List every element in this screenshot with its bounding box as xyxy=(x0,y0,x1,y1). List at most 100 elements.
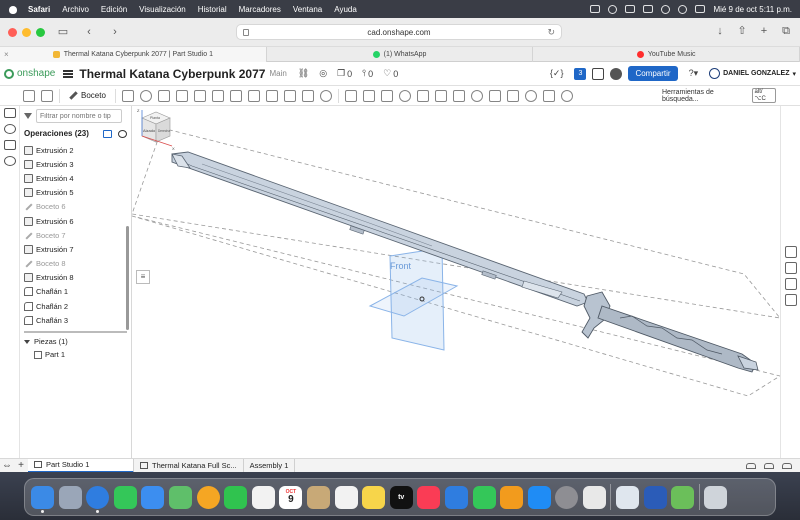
fillet-icon[interactable] xyxy=(211,89,224,102)
thicken-icon[interactable] xyxy=(193,89,206,102)
add-tab-icon[interactable]: + xyxy=(14,459,28,473)
view-cube[interactable]: Planta Alzado Derecha Z X xyxy=(132,106,178,152)
feature-item[interactable]: Chaflán 1 xyxy=(20,285,131,299)
feature-item[interactable]: Extrusión 5 xyxy=(20,186,131,200)
close-window-button[interactable] xyxy=(8,27,17,37)
mail-icon[interactable] xyxy=(141,485,165,509)
share-icon[interactable]: ⇧ xyxy=(736,24,748,38)
notes-icon[interactable] xyxy=(362,485,386,509)
feature-item[interactable]: Extrusión 6 xyxy=(20,214,131,228)
menu-visualizacion[interactable]: Visualización xyxy=(139,5,186,14)
pages-icon[interactable] xyxy=(500,485,524,509)
menubar-clock[interactable]: Mié 9 de oct 5:11 p.m. xyxy=(713,5,792,14)
safari-icon[interactable] xyxy=(86,485,110,513)
top-plane[interactable] xyxy=(368,277,459,317)
trash-icon[interactable] xyxy=(704,485,728,509)
mate-connector-icon[interactable] xyxy=(488,89,501,102)
battery-icon[interactable] xyxy=(643,5,654,13)
part-list-item[interactable]: Part 1 xyxy=(20,350,131,359)
menu-marcadores[interactable]: Marcadores xyxy=(239,5,281,14)
tv-icon[interactable]: tv xyxy=(389,485,413,509)
numbers-icon[interactable] xyxy=(472,485,496,509)
transform-icon[interactable] xyxy=(416,89,429,102)
word-icon[interactable] xyxy=(643,485,667,509)
browser-tab-onshape[interactable]: × Thermal Katana Cyberpunk 2077 | Part S… xyxy=(0,47,267,62)
model-canvas[interactable]: Front xyxy=(132,106,780,458)
wifi-icon[interactable] xyxy=(661,4,671,14)
feature-item[interactable]: Extrusión 3 xyxy=(20,157,131,171)
preview-icon[interactable] xyxy=(616,485,640,509)
modify-fillet-icon[interactable] xyxy=(452,89,465,102)
tab-overview-icon[interactable]: ⧉ xyxy=(780,24,792,38)
feature-item[interactable]: Extrusión 2 xyxy=(20,143,131,157)
filter-icon[interactable] xyxy=(24,113,32,119)
tab-assembly-1[interactable]: Assembly 1 xyxy=(244,458,296,473)
feature-item[interactable]: Boceto 6 xyxy=(20,200,131,214)
view-mode-icon[interactable] xyxy=(782,462,792,469)
boolean-icon[interactable] xyxy=(380,89,393,102)
facetime-icon[interactable] xyxy=(224,485,248,509)
tab-part-studio-1[interactable]: Part Studio 1 xyxy=(28,458,134,473)
launchpad-icon[interactable] xyxy=(58,485,82,509)
feature-item[interactable]: Boceto 7 xyxy=(20,228,131,242)
graphics-viewport[interactable]: Front Planta Alzado Derecha Z X ≡ xyxy=(132,106,780,458)
new-tab-icon[interactable]: + xyxy=(758,24,770,38)
feature-item[interactable]: Chaflán 2 xyxy=(20,299,131,313)
plane-icon[interactable] xyxy=(470,89,483,102)
learning-center-icon[interactable] xyxy=(592,67,605,80)
draft-icon[interactable] xyxy=(247,89,260,102)
feature-item[interactable]: Chaflán 3 xyxy=(20,313,131,327)
record-icon[interactable] xyxy=(608,4,618,14)
curve-icon[interactable] xyxy=(542,89,555,102)
new-folder-icon[interactable] xyxy=(103,129,112,138)
link-icon[interactable]: ⛓ xyxy=(298,68,309,79)
system-settings-icon[interactable] xyxy=(555,485,579,509)
sheet-metal-icon[interactable] xyxy=(506,89,519,102)
spotlight-icon[interactable] xyxy=(678,4,688,14)
menu-edicion[interactable]: Edición xyxy=(101,5,127,14)
control-center-icon[interactable] xyxy=(695,5,706,13)
calendar-icon[interactable]: OCT 9 xyxy=(279,485,303,509)
surface-icon[interactable] xyxy=(524,89,537,102)
appearance-icon[interactable] xyxy=(785,246,797,258)
display-icon[interactable] xyxy=(625,5,636,13)
mass-properties-icon[interactable] xyxy=(785,278,797,290)
delete-part-icon[interactable] xyxy=(434,89,447,102)
rib-icon[interactable] xyxy=(265,89,278,102)
shell-icon[interactable] xyxy=(283,89,296,102)
tool-search[interactable]: Herramientas de búsqueda... alt/⌥C xyxy=(662,88,776,103)
messages-icon[interactable] xyxy=(113,485,137,509)
reload-icon[interactable]: ↻ xyxy=(547,27,555,38)
feature-item[interactable]: Boceto 8 xyxy=(20,257,131,271)
freeform-icon[interactable] xyxy=(251,485,275,509)
forward-icon[interactable]: › xyxy=(108,25,122,39)
menu-app-safari[interactable]: Safari xyxy=(28,5,50,14)
parts-header[interactable]: Piezas (1) xyxy=(20,333,131,350)
mirror-icon[interactable] xyxy=(362,89,375,102)
iphone-mirroring-icon[interactable] xyxy=(582,485,606,509)
feature-filter-input[interactable] xyxy=(36,109,122,123)
zoom-window-button[interactable] xyxy=(36,27,45,37)
undo-icon[interactable] xyxy=(23,89,35,102)
feature-item[interactable]: Extrusión 4 xyxy=(20,171,131,185)
branch-label[interactable]: Main xyxy=(269,69,286,78)
help-icon[interactable]: ?▾ xyxy=(689,68,699,79)
parts-icon[interactable] xyxy=(4,140,16,150)
feature-item[interactable]: Extrusión 7 xyxy=(20,242,131,256)
music-icon[interactable] xyxy=(417,485,441,509)
address-bar[interactable]: cad.onshape.com ↻ xyxy=(236,24,562,40)
view-mode-icon[interactable] xyxy=(764,462,774,469)
contacts-icon[interactable] xyxy=(306,485,330,509)
notifications-badge[interactable]: 3 xyxy=(574,67,587,80)
featurescript-icon[interactable]: {✓} xyxy=(550,68,564,79)
settings-gear-icon[interactable] xyxy=(560,89,573,102)
app-store-icon[interactable] xyxy=(610,67,623,80)
feature-item[interactable]: Extrusión 8 xyxy=(20,271,131,285)
cloud-icon[interactable] xyxy=(590,5,601,13)
chamfer-icon[interactable] xyxy=(229,89,242,102)
onshape-logo[interactable]: onshape xyxy=(4,68,55,79)
list-toggle-icon[interactable]: ≡ xyxy=(136,270,150,284)
browser-tab-whatsapp[interactable]: (1) WhatsApp xyxy=(267,47,534,62)
sketch-button[interactable]: Boceto xyxy=(69,91,106,100)
katana-handle[interactable] xyxy=(597,305,757,373)
